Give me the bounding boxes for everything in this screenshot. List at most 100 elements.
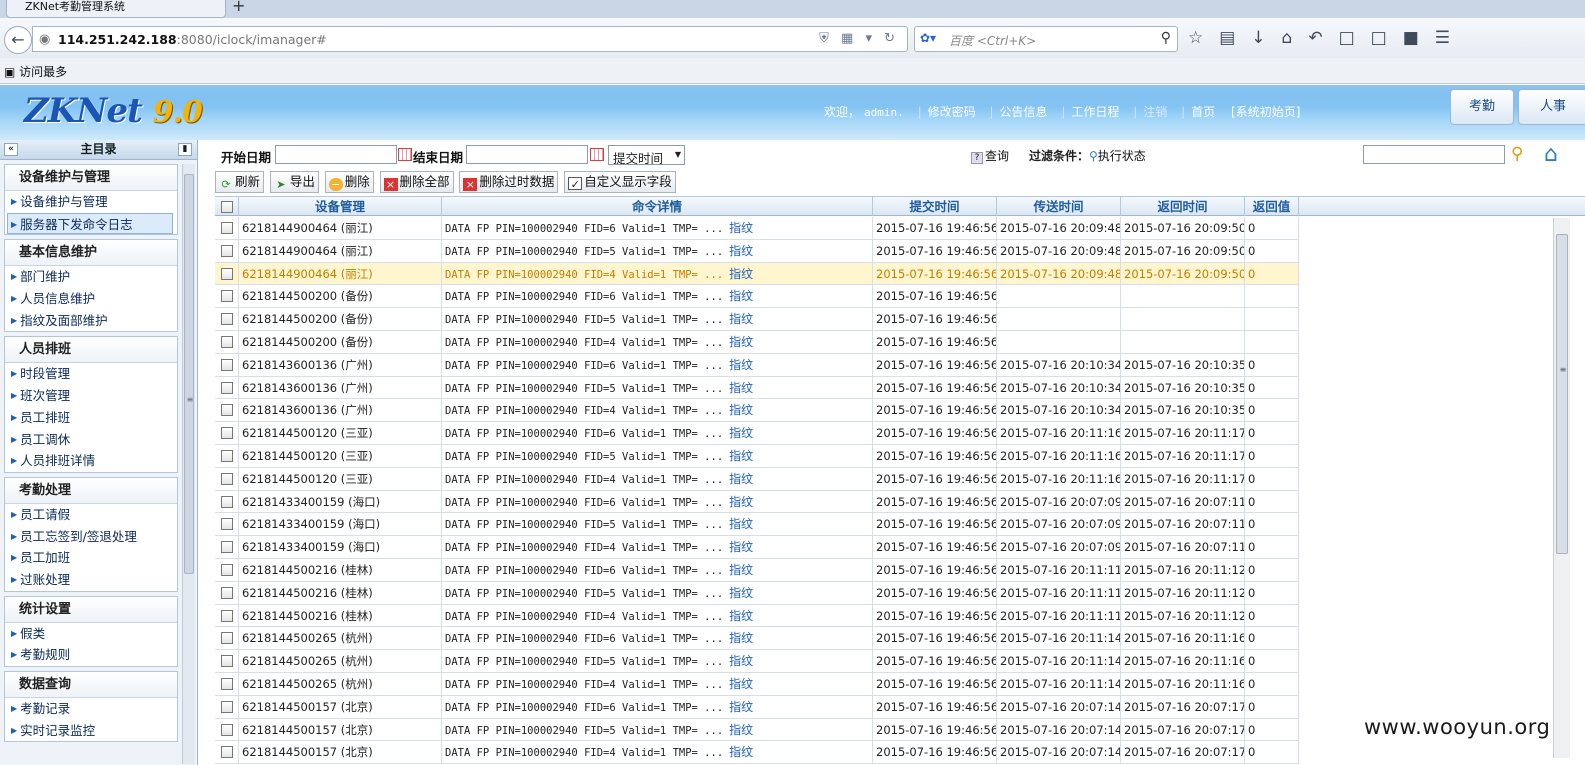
sidebar-scrollbar[interactable]: ≡ xyxy=(182,164,195,764)
fingerprint-link[interactable]: 指纹 xyxy=(729,540,753,554)
fingerprint-link[interactable]: 指纹 xyxy=(729,723,753,737)
row-checkbox[interactable] xyxy=(220,381,233,394)
row-checkbox[interactable] xyxy=(220,449,233,462)
sidebar-item[interactable]: 时段管理 xyxy=(5,363,177,385)
refresh-button[interactable]: ⟳ 刷新 xyxy=(215,171,265,193)
row-checkbox[interactable] xyxy=(220,495,233,508)
col-command[interactable]: 命令详情 xyxy=(442,197,873,216)
col-return-time[interactable]: 返回时间 xyxy=(1121,197,1245,216)
nav-home[interactable]: 首页 xyxy=(1191,105,1215,119)
search-input[interactable] xyxy=(1363,145,1505,164)
table-row[interactable]: 6218144500265 (杭州) DATA FP PIN=100002940 … xyxy=(215,650,1299,673)
search-icon[interactable]: ⚲ xyxy=(1161,30,1171,46)
table-row[interactable]: 6218144500200 (备份) DATA FP PIN=100002940 … xyxy=(215,308,1299,331)
row-checkbox[interactable] xyxy=(220,677,233,690)
sidebar-item[interactable]: 假类 xyxy=(5,623,177,645)
col-return-value[interactable]: 返回值 xyxy=(1245,197,1299,216)
sidebar-item[interactable]: 部门维护 xyxy=(5,266,177,288)
collapse-icon[interactable]: « xyxy=(4,143,18,156)
attendance-button[interactable]: 考勤 xyxy=(1450,89,1514,125)
fingerprint-link[interactable]: 指纹 xyxy=(729,312,753,326)
row-checkbox[interactable] xyxy=(220,404,233,417)
row-checkbox[interactable] xyxy=(220,244,233,257)
row-checkbox[interactable] xyxy=(220,586,233,599)
sidebar-item[interactable]: 员工调休 xyxy=(5,429,177,451)
row-checkbox[interactable] xyxy=(220,746,233,759)
fingerprint-link[interactable]: 指纹 xyxy=(729,403,753,417)
table-scrollbar[interactable]: ≡ xyxy=(1553,218,1570,758)
sidebar-item[interactable]: 人员排班详情 xyxy=(5,450,177,472)
delete-expired-button[interactable]: × 删除过时数据 xyxy=(459,171,559,193)
row-checkbox[interactable] xyxy=(220,267,233,280)
table-row[interactable]: 6218144500265 (杭州) DATA FP PIN=100002940 … xyxy=(215,627,1299,651)
col-send-time[interactable]: 传送时间 xyxy=(997,197,1121,216)
fingerprint-link[interactable]: 指纹 xyxy=(729,631,753,645)
table-row[interactable]: 6218144500200 (备份) DATA FP PIN=100002940 … xyxy=(215,330,1299,354)
menu-group-title[interactable]: 人员排班 xyxy=(5,337,177,364)
end-date-input[interactable] xyxy=(466,145,588,164)
address-bar[interactable]: ◉ 114.251.242.188:8080/iclock/imanager# … xyxy=(32,26,908,52)
browser-toolbar-icons[interactable]: ☆▤↓⌂↶□□■☰ xyxy=(1188,28,1466,48)
delete-all-button[interactable]: × 删除全部 xyxy=(379,171,454,193)
fingerprint-link[interactable]: 指纹 xyxy=(729,267,753,281)
new-tab-icon[interactable]: + xyxy=(232,0,245,15)
row-checkbox[interactable] xyxy=(220,313,233,326)
row-checkbox[interactable] xyxy=(220,427,233,440)
row-checkbox[interactable] xyxy=(220,222,233,234)
nav-logout[interactable]: 注销 xyxy=(1143,105,1167,119)
query-button[interactable]: ? 查询 xyxy=(971,147,1009,164)
table-row[interactable]: 6218144500200 (备份) DATA FP PIN=100002940 … xyxy=(215,285,1299,309)
row-checkbox[interactable] xyxy=(220,723,233,736)
fingerprint-link[interactable]: 指纹 xyxy=(729,472,753,486)
sidebar-item[interactable]: 员工忘签到/签退处理 xyxy=(5,526,177,548)
sidebar-item[interactable]: 服务器下发命令日志 xyxy=(7,212,173,235)
fingerprint-link[interactable]: 指纹 xyxy=(729,563,753,577)
calendar-icon[interactable] xyxy=(398,148,412,161)
menu-group-title[interactable]: 数据查询 xyxy=(5,672,177,698)
row-checkbox[interactable] xyxy=(220,335,233,348)
fingerprint-link[interactable]: 指纹 xyxy=(729,654,753,668)
fingerprint-link[interactable]: 指纹 xyxy=(729,495,753,509)
search-icon[interactable]: ⚲ xyxy=(1511,144,1523,164)
table-row[interactable]: 6218144500265 (杭州) DATA FP PIN=100002940 … xyxy=(215,672,1299,696)
sidebar-scroll-thumb[interactable]: ≡ xyxy=(184,174,194,574)
row-checkbox[interactable] xyxy=(220,700,233,713)
table-row[interactable]: 6218143600136 (广州) DATA FP PIN=100002940 … xyxy=(215,399,1299,423)
row-checkbox[interactable] xyxy=(220,655,233,668)
sidebar-item[interactable]: 员工请假 xyxy=(5,504,177,526)
select-all-checkbox[interactable] xyxy=(220,201,233,213)
fingerprint-link[interactable]: 指纹 xyxy=(729,426,753,440)
nav-system-home[interactable]: [系统初始页] xyxy=(1231,105,1300,119)
nav-announcements[interactable]: 公告信息 xyxy=(1000,105,1048,119)
fingerprint-link[interactable]: 指纹 xyxy=(729,335,753,349)
table-row[interactable]: 6218144900464 (丽江) DATA FP PIN=100002940 … xyxy=(215,239,1299,263)
browser-tab[interactable]: ZKNet考勤管理系统 xyxy=(6,0,226,18)
table-scroll-thumb[interactable]: ≡ xyxy=(1556,234,1568,554)
sidebar-item[interactable]: 考勤记录 xyxy=(5,698,177,720)
row-checkbox[interactable] xyxy=(220,609,233,622)
fingerprint-link[interactable]: 指纹 xyxy=(729,677,753,691)
delete-button[interactable]: − 删除 xyxy=(324,171,374,193)
sidebar-item[interactable]: 员工排班 xyxy=(5,407,177,429)
table-row[interactable]: 6218144500120 (三亚) DATA FP PIN=100002940 … xyxy=(215,422,1299,445)
sidebar-item[interactable]: 班次管理 xyxy=(5,385,177,407)
menu-group-title[interactable]: 设备维护与管理 xyxy=(5,165,177,191)
sidebar-item[interactable]: 实时记录监控 xyxy=(5,720,177,742)
row-checkbox[interactable] xyxy=(220,563,233,576)
fingerprint-link[interactable]: 指纹 xyxy=(729,586,753,600)
nav-change-password[interactable]: 修改密码 xyxy=(928,105,976,119)
table-row[interactable]: 6218144500216 (桂林) DATA FP PIN=100002940 … xyxy=(215,604,1299,628)
row-checkbox[interactable] xyxy=(220,472,233,485)
table-row[interactable]: 6218143600136 (广州) DATA FP PIN=100002940 … xyxy=(215,376,1299,400)
fingerprint-link[interactable]: 指纹 xyxy=(729,449,753,463)
table-row[interactable]: 6218143600136 (广州) DATA FP PIN=100002940 … xyxy=(215,353,1299,377)
sidebar-item[interactable]: 过账处理 xyxy=(5,569,177,591)
table-row[interactable]: 6218144900464 (丽江) DATA FP PIN=100002940 … xyxy=(215,217,1299,240)
home-icon[interactable]: ⌂ xyxy=(1544,142,1558,167)
time-type-select[interactable]: 提交时间 ▼ xyxy=(608,145,685,166)
table-row[interactable]: 6218144500157 (北京) DATA FP PIN=100002940 … xyxy=(215,718,1299,742)
fingerprint-link[interactable]: 指纹 xyxy=(729,517,753,531)
web-search-box[interactable]: ✿▾ 百度 <Ctrl+K> ⚲ xyxy=(914,26,1178,52)
sidebar-item[interactable]: 员工加班 xyxy=(5,547,177,569)
start-date-input[interactable] xyxy=(275,145,397,164)
